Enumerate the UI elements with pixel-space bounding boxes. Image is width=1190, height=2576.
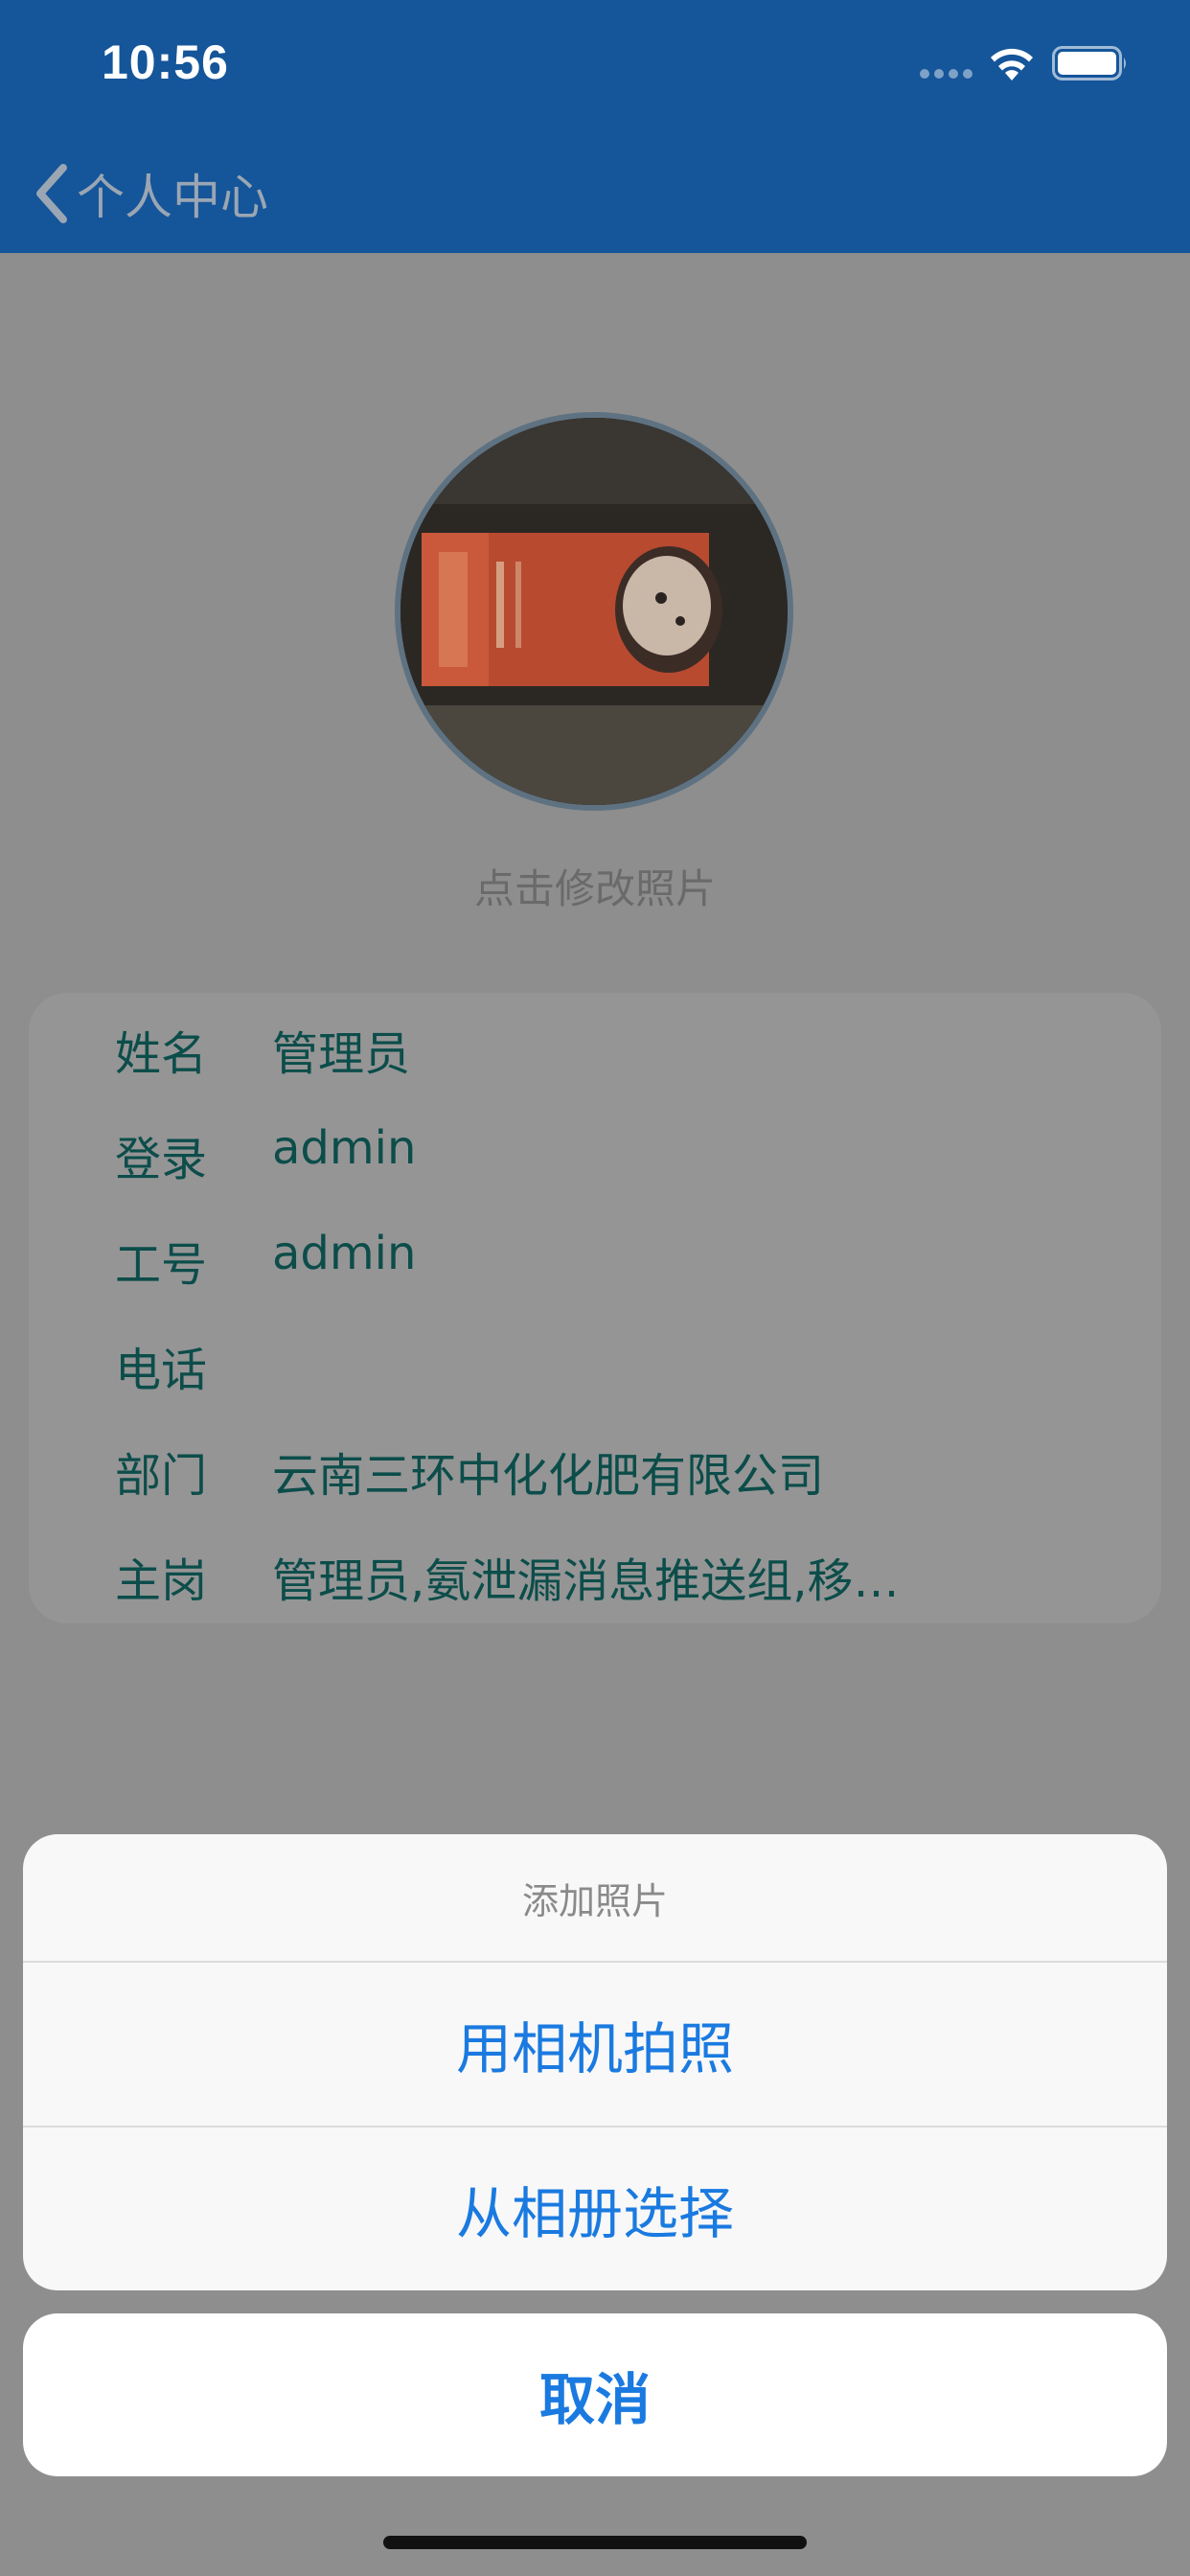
info-row-employee-id: 工号 admin	[29, 1204, 1161, 1309]
info-label: 电话	[115, 1344, 208, 1397]
choose-from-album-button[interactable]: 从相册选择	[23, 2128, 1167, 2290]
back-button[interactable]: 个人中心	[33, 157, 268, 230]
info-value: 管理员	[272, 1027, 411, 1081]
info-label: 主岗	[115, 1554, 208, 1608]
status-time: 10:56	[102, 35, 229, 89]
battery-icon	[1052, 46, 1129, 80]
change-photo-label[interactable]: 点击修改照片	[0, 857, 1190, 915]
info-label: 登录	[115, 1133, 208, 1186]
cancel-button[interactable]: 取消	[23, 2313, 1167, 2476]
info-row-name: 姓名 管理员	[29, 993, 1161, 1098]
wifi-icon	[987, 44, 1037, 82]
nav-bar: 个人中心	[0, 134, 1190, 253]
info-row-phone: 电话	[29, 1309, 1161, 1414]
home-indicator[interactable]	[383, 2536, 807, 2549]
info-card: 姓名 管理员 登录 admin 工号 admin 电话 部门 云南三环中化化肥有…	[29, 993, 1161, 1623]
info-row-login: 登录 admin	[29, 1098, 1161, 1204]
status-bar: 10:56	[0, 0, 1190, 134]
info-value: 云南三环中化化肥有限公司	[272, 1449, 825, 1503]
avatar[interactable]	[395, 412, 793, 811]
info-label: 部门	[115, 1449, 208, 1503]
info-label: 工号	[115, 1238, 208, 1292]
chevron-left-icon	[36, 164, 67, 223]
take-photo-button[interactable]: 用相机拍照	[23, 1963, 1167, 2126]
info-value: 管理员,氨泄漏消息推送组,移…	[272, 1554, 900, 1608]
action-sheet: 添加照片 用相机拍照 从相册选择	[23, 1834, 1167, 2290]
info-row-department: 部门 云南三环中化化肥有限公司	[29, 1414, 1161, 1520]
action-sheet-title: 添加照片	[521, 1879, 668, 1922]
avatar-photo	[400, 418, 788, 805]
back-label: 个人中心	[77, 170, 268, 225]
info-label: 姓名	[115, 1027, 208, 1081]
info-value: admin	[272, 1121, 417, 1175]
info-row-primary-post: 主岗 管理员,氨泄漏消息推送组,移…	[29, 1520, 1161, 1625]
info-value: admin	[272, 1227, 417, 1280]
cellular-signal-icon	[920, 69, 973, 80]
